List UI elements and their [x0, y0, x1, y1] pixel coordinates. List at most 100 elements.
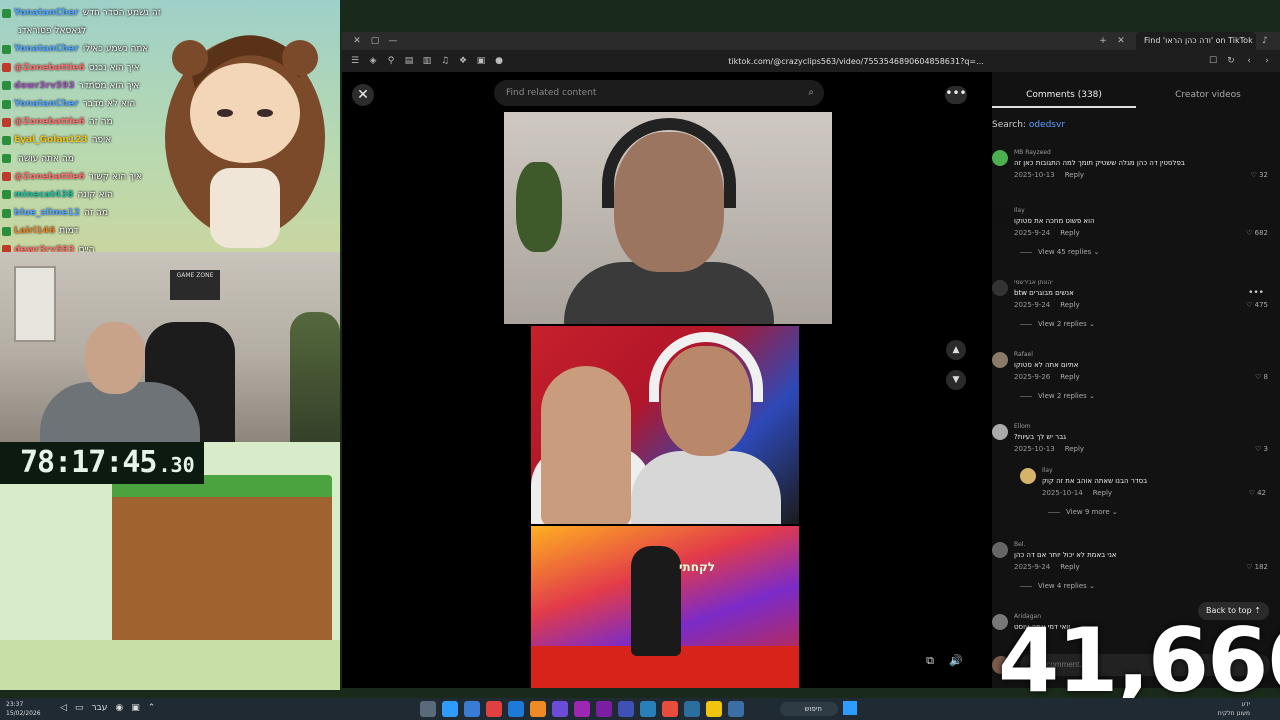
search-keyword[interactable]: odedsvr — [1029, 120, 1065, 130]
forward-icon[interactable]: › — [1258, 56, 1276, 66]
taskbar-app-icon[interactable] — [508, 701, 524, 717]
commenter-name[interactable]: Ellom — [1014, 423, 1031, 430]
panel-icon[interactable]: ▥ — [418, 56, 436, 66]
sidebar-icon[interactable]: ▤ — [400, 56, 418, 66]
reply-button[interactable]: Reply — [1060, 373, 1079, 381]
taskbar-app-icon[interactable] — [596, 701, 612, 717]
commenter-name[interactable]: Rafael — [1014, 351, 1033, 358]
taskbar-app-icon[interactable] — [618, 701, 634, 717]
comment-like-button[interactable]: ♡ 182 — [1246, 563, 1268, 571]
minimize-icon[interactable]: — — [384, 36, 402, 46]
notification-icon[interactable]: ◉ — [115, 703, 123, 713]
search-icon[interactable]: ⌕ — [808, 80, 814, 106]
more-options-button[interactable]: ••• — [945, 86, 967, 104]
new-tab-icon[interactable]: + — [1094, 36, 1112, 46]
taskbar-app-icon[interactable] — [684, 701, 700, 717]
music-icon[interactable]: ♫ — [436, 56, 454, 66]
menu-icon[interactable]: ☰ — [346, 56, 364, 66]
chat-username[interactable]: Lairi146 — [14, 226, 55, 236]
taskbar-app-icon[interactable] — [640, 701, 656, 717]
commenter-name[interactable]: Bel. — [1014, 541, 1025, 548]
start-button[interactable] — [843, 701, 857, 715]
taskbar-app-icon[interactable] — [706, 701, 722, 717]
reply-button[interactable]: Reply — [1060, 301, 1079, 309]
reply-button[interactable]: Reply — [1093, 489, 1112, 497]
taskbar-app-icon[interactable] — [662, 701, 678, 717]
comment-like-button[interactable]: ♡ 475 — [1246, 301, 1268, 309]
close-video-button[interactable]: ✕ — [352, 84, 374, 106]
weather-widget[interactable]: ידע מעונן חלקית — [1218, 700, 1250, 718]
vpn-icon[interactable]: ● — [490, 56, 508, 66]
reply-button[interactable]: Reply — [1060, 229, 1079, 237]
browser-tab[interactable]: Find 'ודה כהן הראו' on TikTok — [1136, 32, 1256, 50]
maximize-icon[interactable]: ▢ — [366, 36, 384, 46]
view-replies-button[interactable]: View 45 replies ⌄ — [1020, 248, 1099, 256]
taskbar-app-icon[interactable] — [420, 701, 436, 717]
taskbar-app-icon[interactable] — [486, 701, 502, 717]
view-replies-button[interactable]: View 2 replies ⌄ — [1020, 392, 1095, 400]
chat-username[interactable]: minecat438 — [14, 190, 73, 200]
taskbar-app-icon[interactable] — [464, 701, 480, 717]
chat-username[interactable]: @Zonebattle6 — [14, 63, 85, 73]
commenter-avatar[interactable] — [992, 542, 1008, 558]
chat-username[interactable]: YonatanCher — [14, 99, 79, 109]
network-icon[interactable]: ▭ — [75, 703, 84, 713]
commenter-name[interactable]: MB Rayzeed — [1014, 149, 1051, 156]
comment-more-icon[interactable]: ••• — [1248, 288, 1264, 298]
comment-like-button[interactable]: ♡ 3 — [1255, 445, 1268, 453]
chat-username[interactable]: @Zonebattle6 — [14, 172, 85, 182]
taskbar-search[interactable]: חיפוש — [780, 702, 838, 716]
wallet-icon[interactable]: ▣ — [472, 56, 490, 66]
address-bar[interactable]: tiktok.com/@crazyclips563/video/75535468… — [508, 57, 1204, 66]
chat-username[interactable]: dewr3rv593 — [14, 81, 75, 91]
tray-expand-icon[interactable]: ⌃ — [148, 703, 156, 713]
chat-username[interactable]: Eyal_Golan123 — [14, 135, 88, 145]
extensions-icon[interactable]: ❖ — [454, 56, 472, 66]
view-replies-button[interactable]: View 9 more ⌄ — [1048, 508, 1118, 516]
comment-like-button[interactable]: ♡ 32 — [1251, 171, 1268, 179]
commenter-avatar[interactable] — [992, 150, 1008, 166]
commenter-avatar[interactable] — [992, 424, 1008, 440]
reply-button[interactable]: Reply — [1065, 171, 1084, 179]
view-replies-button[interactable]: View 4 replies ⌄ — [1020, 582, 1095, 590]
shield-icon[interactable]: ◈ — [364, 56, 382, 66]
commenter-avatar[interactable] — [1020, 468, 1036, 484]
bookmark-icon[interactable]: ☐ — [1204, 56, 1222, 66]
commenter-name[interactable]: Ilay — [1014, 207, 1025, 214]
app-tray-icon[interactable]: ▣ — [131, 703, 140, 713]
chat-username[interactable]: dewr3rv593 — [14, 245, 75, 252]
taskbar-app-icon[interactable] — [574, 701, 590, 717]
video-player[interactable]: לקחתי ♥3131●212■331 — [487, 112, 833, 688]
taskbar-clock[interactable]: 23:37 15/02/2026 — [6, 700, 41, 718]
pip-icon[interactable]: ⧉ — [920, 654, 940, 672]
comment-like-button[interactable]: ♡ 8 — [1255, 373, 1268, 381]
commenter-avatar[interactable] — [992, 280, 1008, 296]
volume-tray-icon[interactable]: ◁ — [60, 703, 67, 713]
chat-username[interactable]: YonatanCher — [14, 44, 79, 54]
comment-like-button[interactable]: ♡ 682 — [1246, 229, 1268, 237]
volume-icon[interactable]: 🔊 — [946, 654, 966, 672]
taskbar-app-icon[interactable] — [728, 701, 744, 717]
view-replies-button[interactable]: View 2 replies ⌄ — [1020, 320, 1095, 328]
comment-like-button[interactable]: ♡ 42 — [1249, 489, 1266, 497]
tab-comments[interactable]: Comments (338) — [992, 86, 1136, 108]
commenter-avatar[interactable] — [992, 352, 1008, 368]
commenter-name[interactable]: יהונתן אבירשמי — [1014, 279, 1053, 286]
next-video-button[interactable]: ▼ — [946, 370, 966, 390]
chat-username[interactable]: YonatanCher — [14, 8, 79, 18]
back-icon[interactable]: ‹ — [1240, 56, 1258, 66]
reply-button[interactable]: Reply — [1060, 563, 1079, 571]
chat-username[interactable]: blue_slime12 — [14, 208, 80, 218]
pin-icon[interactable]: ⚲ — [382, 56, 400, 66]
previous-video-button[interactable]: ▲ — [946, 340, 966, 360]
chat-username[interactable]: @Zonebattle6 — [14, 117, 85, 127]
close-window-icon[interactable]: ✕ — [348, 36, 366, 46]
taskbar-app-icon[interactable] — [552, 701, 568, 717]
language-indicator[interactable]: עבר — [91, 703, 107, 713]
reload-icon[interactable]: ↻ — [1222, 56, 1240, 66]
taskbar-app-icon[interactable] — [530, 701, 546, 717]
related-search-input[interactable]: Find related content ⌕ — [494, 80, 824, 106]
tab-close-icon[interactable]: ✕ — [1112, 36, 1130, 46]
tab-creator-videos[interactable]: Creator videos — [1136, 86, 1280, 108]
reply-button[interactable]: Reply — [1065, 445, 1084, 453]
